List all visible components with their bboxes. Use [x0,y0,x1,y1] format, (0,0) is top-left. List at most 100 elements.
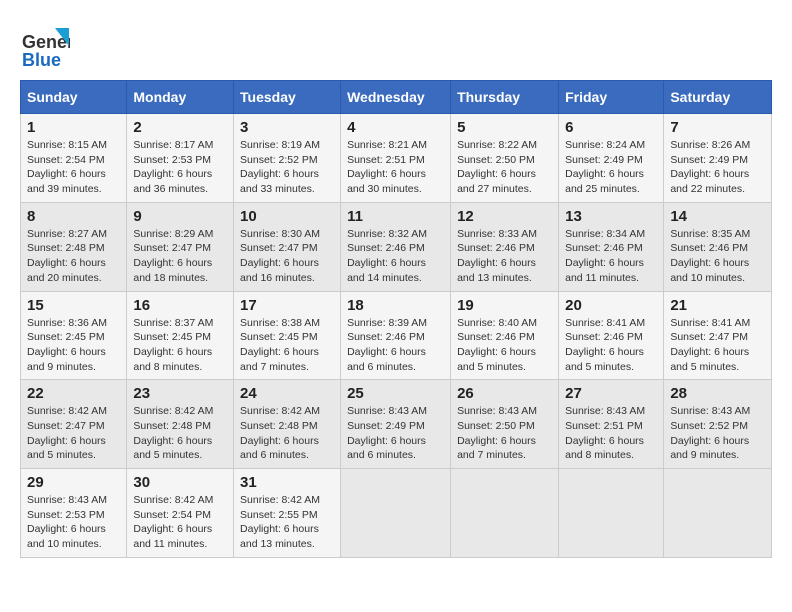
day-number: 3 [240,119,334,136]
calendar-cell [559,469,664,558]
day-info: Sunrise: 8:37 AMSunset: 2:45 PMDaylight:… [133,316,227,375]
logo: General Blue [20,20,70,70]
day-info: Sunrise: 8:42 AMSunset: 2:54 PMDaylight:… [133,493,227,552]
day-number: 27 [565,385,657,402]
day-number: 20 [565,297,657,314]
day-number: 19 [457,297,552,314]
day-info: Sunrise: 8:41 AMSunset: 2:47 PMDaylight:… [670,316,765,375]
day-number: 31 [240,474,334,491]
col-header-saturday: Saturday [664,81,772,114]
calendar-cell: 21 Sunrise: 8:41 AMSunset: 2:47 PMDayligh… [664,291,772,380]
day-number: 8 [27,208,120,225]
day-number: 1 [27,119,120,136]
calendar-cell: 25 Sunrise: 8:43 AMSunset: 2:49 PMDayligh… [341,380,451,469]
calendar-cell: 2 Sunrise: 8:17 AMSunset: 2:53 PMDaylight… [127,114,234,203]
calendar-cell: 23 Sunrise: 8:42 AMSunset: 2:48 PMDayligh… [127,380,234,469]
day-number: 9 [133,208,227,225]
day-number: 13 [565,208,657,225]
day-number: 5 [457,119,552,136]
calendar-cell: 1Sunrise: 8:15 AMSunset: 2:54 PMDaylight… [21,114,127,203]
day-info: Sunrise: 8:34 AMSunset: 2:46 PMDaylight:… [565,227,657,286]
day-number: 22 [27,385,120,402]
col-header-wednesday: Wednesday [341,81,451,114]
calendar-cell: 27 Sunrise: 8:43 AMSunset: 2:51 PMDayligh… [559,380,664,469]
day-number: 18 [347,297,444,314]
calendar-cell: 20 Sunrise: 8:41 AMSunset: 2:46 PMDayligh… [559,291,664,380]
col-header-thursday: Thursday [451,81,559,114]
calendar-table: SundayMondayTuesdayWednesdayThursdayFrid… [20,80,772,558]
calendar-cell: 15 Sunrise: 8:36 AMSunset: 2:45 PMDayligh… [21,291,127,380]
day-number: 28 [670,385,765,402]
calendar-cell: 31 Sunrise: 8:42 AMSunset: 2:55 PMDayligh… [234,469,341,558]
calendar-cell: 19 Sunrise: 8:40 AMSunset: 2:46 PMDayligh… [451,291,559,380]
day-info: Sunrise: 8:19 AMSunset: 2:52 PMDaylight:… [240,138,334,197]
header: General Blue [20,20,772,70]
day-number: 23 [133,385,227,402]
day-info: Sunrise: 8:17 AMSunset: 2:53 PMDaylight:… [133,138,227,197]
calendar-cell: 28 Sunrise: 8:43 AMSunset: 2:52 PMDayligh… [664,380,772,469]
col-header-monday: Monday [127,81,234,114]
calendar-cell: 16 Sunrise: 8:37 AMSunset: 2:45 PMDayligh… [127,291,234,380]
day-info: Sunrise: 8:43 AMSunset: 2:50 PMDaylight:… [457,404,552,463]
col-header-tuesday: Tuesday [234,81,341,114]
day-info: Sunrise: 8:42 AMSunset: 2:48 PMDaylight:… [133,404,227,463]
day-number: 21 [670,297,765,314]
day-info: Sunrise: 8:43 AMSunset: 2:49 PMDaylight:… [347,404,444,463]
calendar-cell: 9Sunrise: 8:29 AMSunset: 2:47 PMDaylight… [127,202,234,291]
calendar-cell: 5 Sunrise: 8:22 AMSunset: 2:50 PMDaylight… [451,114,559,203]
day-info: Sunrise: 8:40 AMSunset: 2:46 PMDaylight:… [457,316,552,375]
svg-text:Blue: Blue [22,50,61,70]
day-info: Sunrise: 8:33 AMSunset: 2:46 PMDaylight:… [457,227,552,286]
day-number: 12 [457,208,552,225]
calendar-cell: 8 Sunrise: 8:27 AMSunset: 2:48 PMDaylight… [21,202,127,291]
day-info: Sunrise: 8:42 AMSunset: 2:48 PMDaylight:… [240,404,334,463]
day-info: Sunrise: 8:39 AMSunset: 2:46 PMDaylight:… [347,316,444,375]
calendar-cell [664,469,772,558]
day-number: 25 [347,385,444,402]
day-number: 15 [27,297,120,314]
col-header-sunday: Sunday [21,81,127,114]
calendar-cell: 3 Sunrise: 8:19 AMSunset: 2:52 PMDaylight… [234,114,341,203]
day-info: Sunrise: 8:32 AMSunset: 2:46 PMDaylight:… [347,227,444,286]
day-number: 2 [133,119,227,136]
calendar-cell: 6 Sunrise: 8:24 AMSunset: 2:49 PMDaylight… [559,114,664,203]
day-number: 29 [27,474,120,491]
calendar-cell: 14Sunrise: 8:35 AMSunset: 2:46 PMDayligh… [664,202,772,291]
calendar-cell: 12 Sunrise: 8:33 AMSunset: 2:46 PMDayligh… [451,202,559,291]
day-info: Sunrise: 8:21 AMSunset: 2:51 PMDaylight:… [347,138,444,197]
calendar-cell: 4Sunrise: 8:21 AMSunset: 2:51 PMDaylight… [341,114,451,203]
calendar-cell: 30 Sunrise: 8:42 AMSunset: 2:54 PMDayligh… [127,469,234,558]
day-info: Sunrise: 8:36 AMSunset: 2:45 PMDaylight:… [27,316,120,375]
calendar-cell: 22Sunrise: 8:42 AMSunset: 2:47 PMDayligh… [21,380,127,469]
calendar-cell [341,469,451,558]
day-info: Sunrise: 8:24 AMSunset: 2:49 PMDaylight:… [565,138,657,197]
day-number: 26 [457,385,552,402]
day-number: 16 [133,297,227,314]
day-number: 6 [565,119,657,136]
day-number: 30 [133,474,227,491]
day-info: Sunrise: 8:41 AMSunset: 2:46 PMDaylight:… [565,316,657,375]
day-number: 11 [347,208,444,225]
calendar-cell: 7 Sunrise: 8:26 AMSunset: 2:49 PMDaylight… [664,114,772,203]
day-info: Sunrise: 8:30 AMSunset: 2:47 PMDaylight:… [240,227,334,286]
day-info: Sunrise: 8:43 AMSunset: 2:53 PMDaylight:… [27,493,120,552]
day-info: Sunrise: 8:26 AMSunset: 2:49 PMDaylight:… [670,138,765,197]
day-info: Sunrise: 8:27 AMSunset: 2:48 PMDaylight:… [27,227,120,286]
day-number: 10 [240,208,334,225]
day-number: 17 [240,297,334,314]
day-info: Sunrise: 8:42 AMSunset: 2:55 PMDaylight:… [240,493,334,552]
calendar-cell: 10 Sunrise: 8:30 AMSunset: 2:47 PMDayligh… [234,202,341,291]
day-info: Sunrise: 8:38 AMSunset: 2:45 PMDaylight:… [240,316,334,375]
calendar-cell: 17 Sunrise: 8:38 AMSunset: 2:45 PMDayligh… [234,291,341,380]
calendar-cell: 13 Sunrise: 8:34 AMSunset: 2:46 PMDayligh… [559,202,664,291]
day-number: 7 [670,119,765,136]
day-info: Sunrise: 8:22 AMSunset: 2:50 PMDaylight:… [457,138,552,197]
day-info: Sunrise: 8:43 AMSunset: 2:52 PMDaylight:… [670,404,765,463]
calendar-cell: 24Sunrise: 8:42 AMSunset: 2:48 PMDayligh… [234,380,341,469]
calendar-cell: 29 Sunrise: 8:43 AMSunset: 2:53 PMDayligh… [21,469,127,558]
day-info: Sunrise: 8:35 AMSunset: 2:46 PMDaylight:… [670,227,765,286]
calendar-cell: 11 Sunrise: 8:32 AMSunset: 2:46 PMDayligh… [341,202,451,291]
calendar-cell: 18 Sunrise: 8:39 AMSunset: 2:46 PMDayligh… [341,291,451,380]
calendar-cell: 26 Sunrise: 8:43 AMSunset: 2:50 PMDayligh… [451,380,559,469]
day-info: Sunrise: 8:43 AMSunset: 2:51 PMDaylight:… [565,404,657,463]
